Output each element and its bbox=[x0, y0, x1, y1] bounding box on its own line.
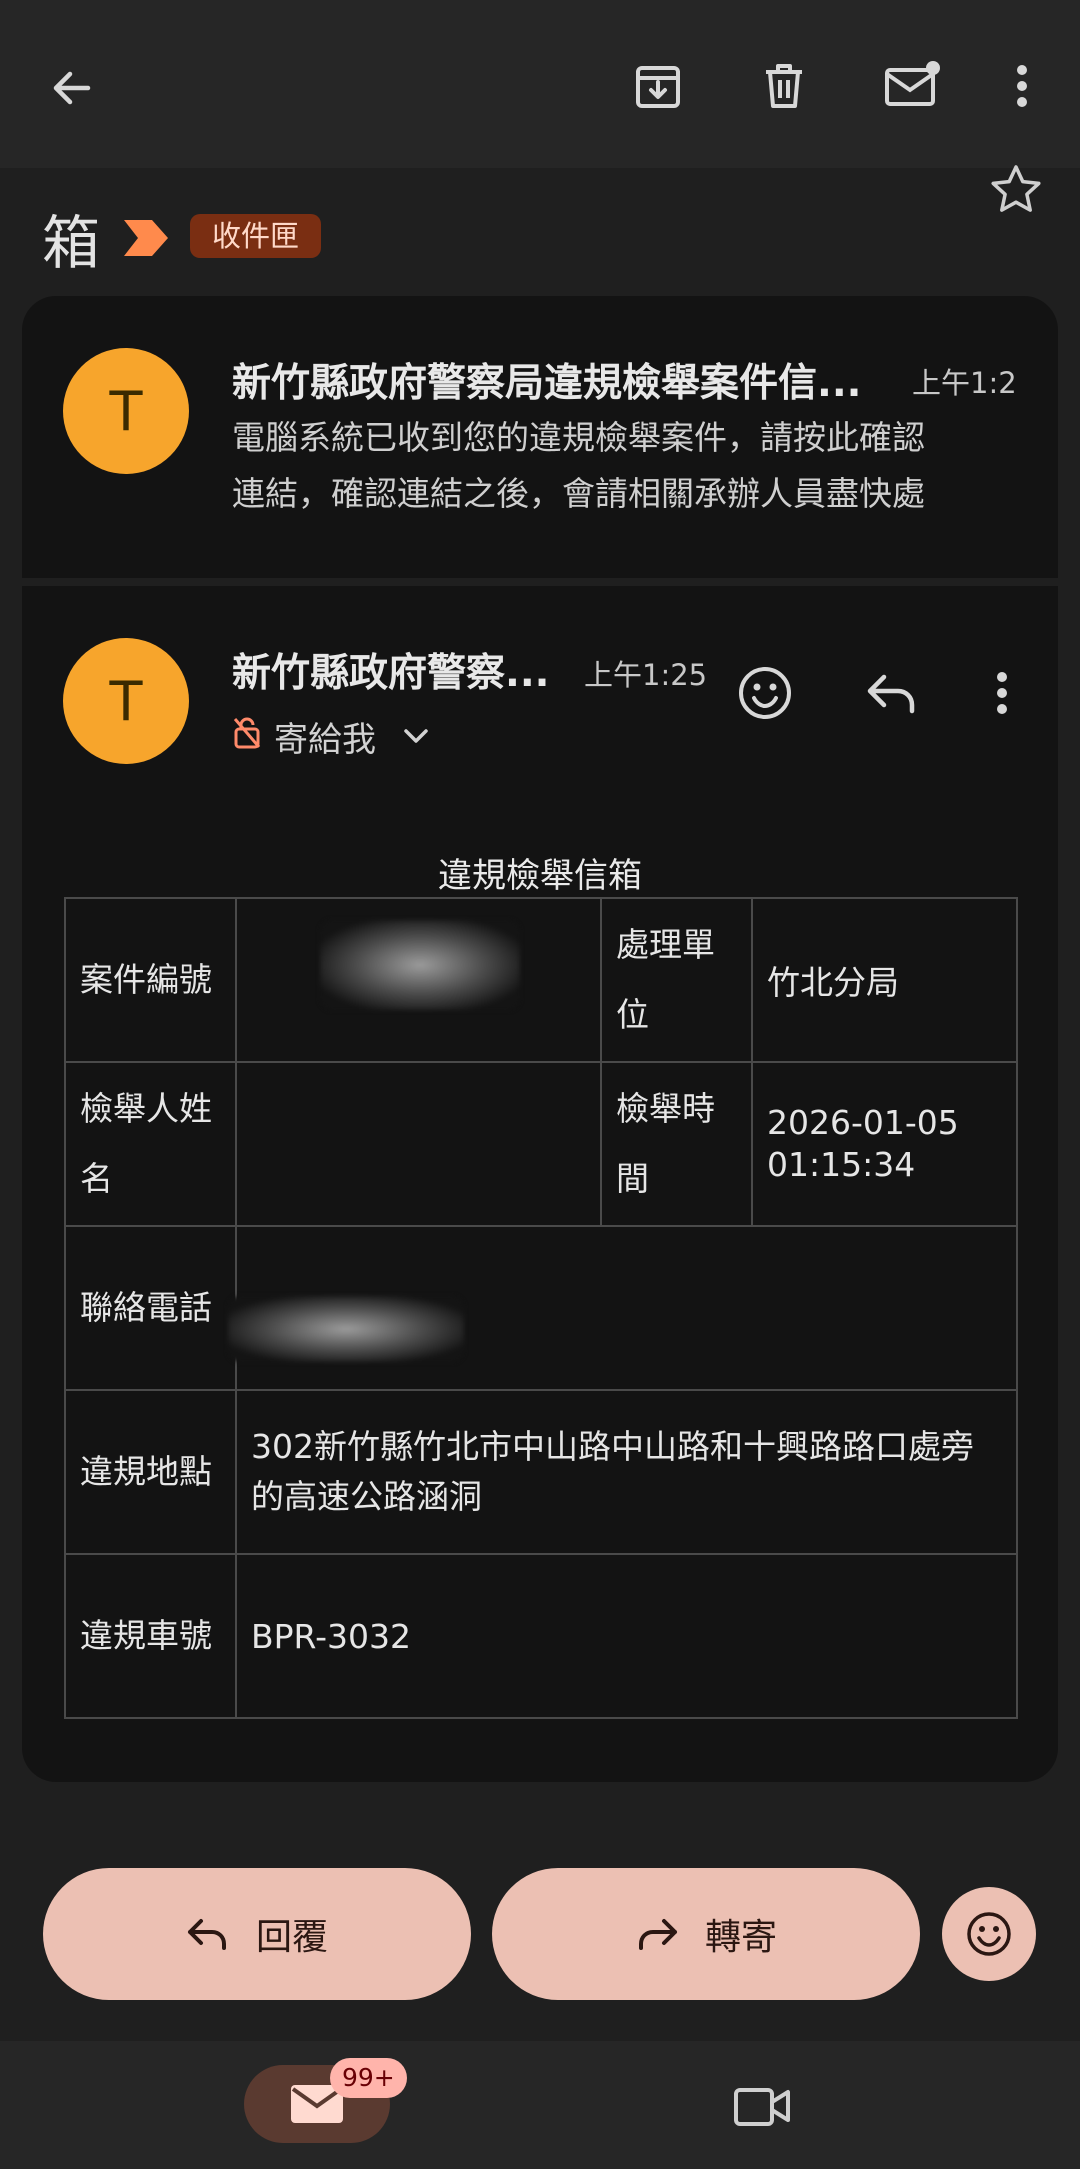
plate-label: 違規車號 bbox=[64, 1553, 237, 1719]
table-row: 違規車號 BPR-3032 bbox=[64, 1553, 1018, 1719]
body-title: 違規檢舉信箱 bbox=[438, 856, 642, 896]
table-row: 檢舉人姓名 檢舉時間 2026-01-05 01:15:34 bbox=[64, 1061, 1018, 1227]
more-vert-icon[interactable] bbox=[1000, 50, 1044, 122]
report-time-label: 檢舉時間 bbox=[600, 1061, 753, 1227]
report-time-value: 2026-01-05 01:15:34 bbox=[751, 1061, 1018, 1227]
table-row: 聯絡電話 bbox=[64, 1225, 1018, 1391]
reply-icon bbox=[187, 1919, 226, 1950]
reply-button[interactable]: 回覆 bbox=[43, 1868, 471, 2000]
mail-unread-icon[interactable] bbox=[874, 50, 952, 122]
table-row: 違規地點 302新竹縣竹北市中山路中山路和十興路路口處旁的高速公路涵洞 bbox=[64, 1389, 1018, 1555]
recipient-label[interactable]: 寄給我 bbox=[274, 712, 376, 761]
no-encryption-icon bbox=[230, 714, 264, 752]
forward-icon bbox=[638, 1919, 677, 1950]
chevron-down-icon[interactable] bbox=[398, 718, 434, 754]
trash-icon[interactable] bbox=[748, 50, 820, 122]
sender-avatar[interactable]: T bbox=[63, 638, 189, 764]
case-number-label: 案件編號 bbox=[64, 897, 237, 1063]
more-vert-icon[interactable] bbox=[980, 658, 1024, 728]
location-label: 違規地點 bbox=[64, 1389, 237, 1555]
unit-label: 處理單位 bbox=[600, 897, 753, 1063]
star-icon[interactable] bbox=[988, 162, 1044, 222]
reply-icon[interactable] bbox=[856, 658, 928, 728]
message-time: 上午1:24 bbox=[912, 366, 1018, 400]
archive-icon[interactable] bbox=[622, 50, 694, 122]
forward-label: 轉寄 bbox=[704, 1917, 777, 1958]
unit-value: 竹北分局 bbox=[751, 897, 1018, 1063]
emoji-reaction-icon[interactable] bbox=[730, 658, 800, 728]
video-meet-icon[interactable] bbox=[726, 2076, 798, 2136]
sender-avatar[interactable]: T bbox=[63, 348, 189, 474]
message-snippet-line2: 連結，確認連結之後，會請相關承辦人員盡快處 bbox=[232, 474, 925, 513]
important-marker-icon[interactable] bbox=[122, 218, 170, 262]
emoji-icon bbox=[967, 1912, 1011, 1956]
reply-label: 回覆 bbox=[255, 1917, 328, 1958]
redacted-case-number bbox=[320, 920, 520, 1010]
phone-label: 聯絡電話 bbox=[64, 1225, 237, 1391]
sender-name: 新竹縣政府警察局違規檢舉案件信... bbox=[232, 361, 862, 406]
sender-name: 新竹縣政府警察... bbox=[232, 651, 550, 696]
message-snippet-line1: 電腦系統已收到您的違規檢舉案件，請按此確認 bbox=[232, 418, 925, 457]
subject-title: 箱 bbox=[42, 209, 101, 277]
report-table: 案件編號 處理單位 竹北分局 檢舉人姓名 檢舉時間 2026-01-05 01:… bbox=[64, 897, 1018, 1719]
emoji-reaction-button[interactable] bbox=[942, 1887, 1036, 1981]
unread-count-badge: 99+ bbox=[330, 2058, 407, 2098]
reporter-value bbox=[235, 1061, 602, 1227]
bottom-navigation bbox=[0, 2041, 1080, 2169]
table-row: 案件編號 處理單位 竹北分局 bbox=[64, 897, 1018, 1063]
forward-button[interactable]: 轉寄 bbox=[492, 1868, 920, 2000]
label-chip-inbox[interactable]: 收件匣 bbox=[190, 214, 322, 258]
message-time: 上午1:25 bbox=[584, 658, 708, 692]
location-value: 302新竹縣竹北市中山路中山路和十興路路口處旁的高速公路涵洞 bbox=[235, 1389, 1018, 1555]
back-icon[interactable] bbox=[36, 52, 108, 124]
plate-value: BPR-3032 bbox=[235, 1553, 1018, 1719]
redacted-phone bbox=[228, 1296, 464, 1362]
reporter-label: 檢舉人姓名 bbox=[64, 1061, 237, 1227]
